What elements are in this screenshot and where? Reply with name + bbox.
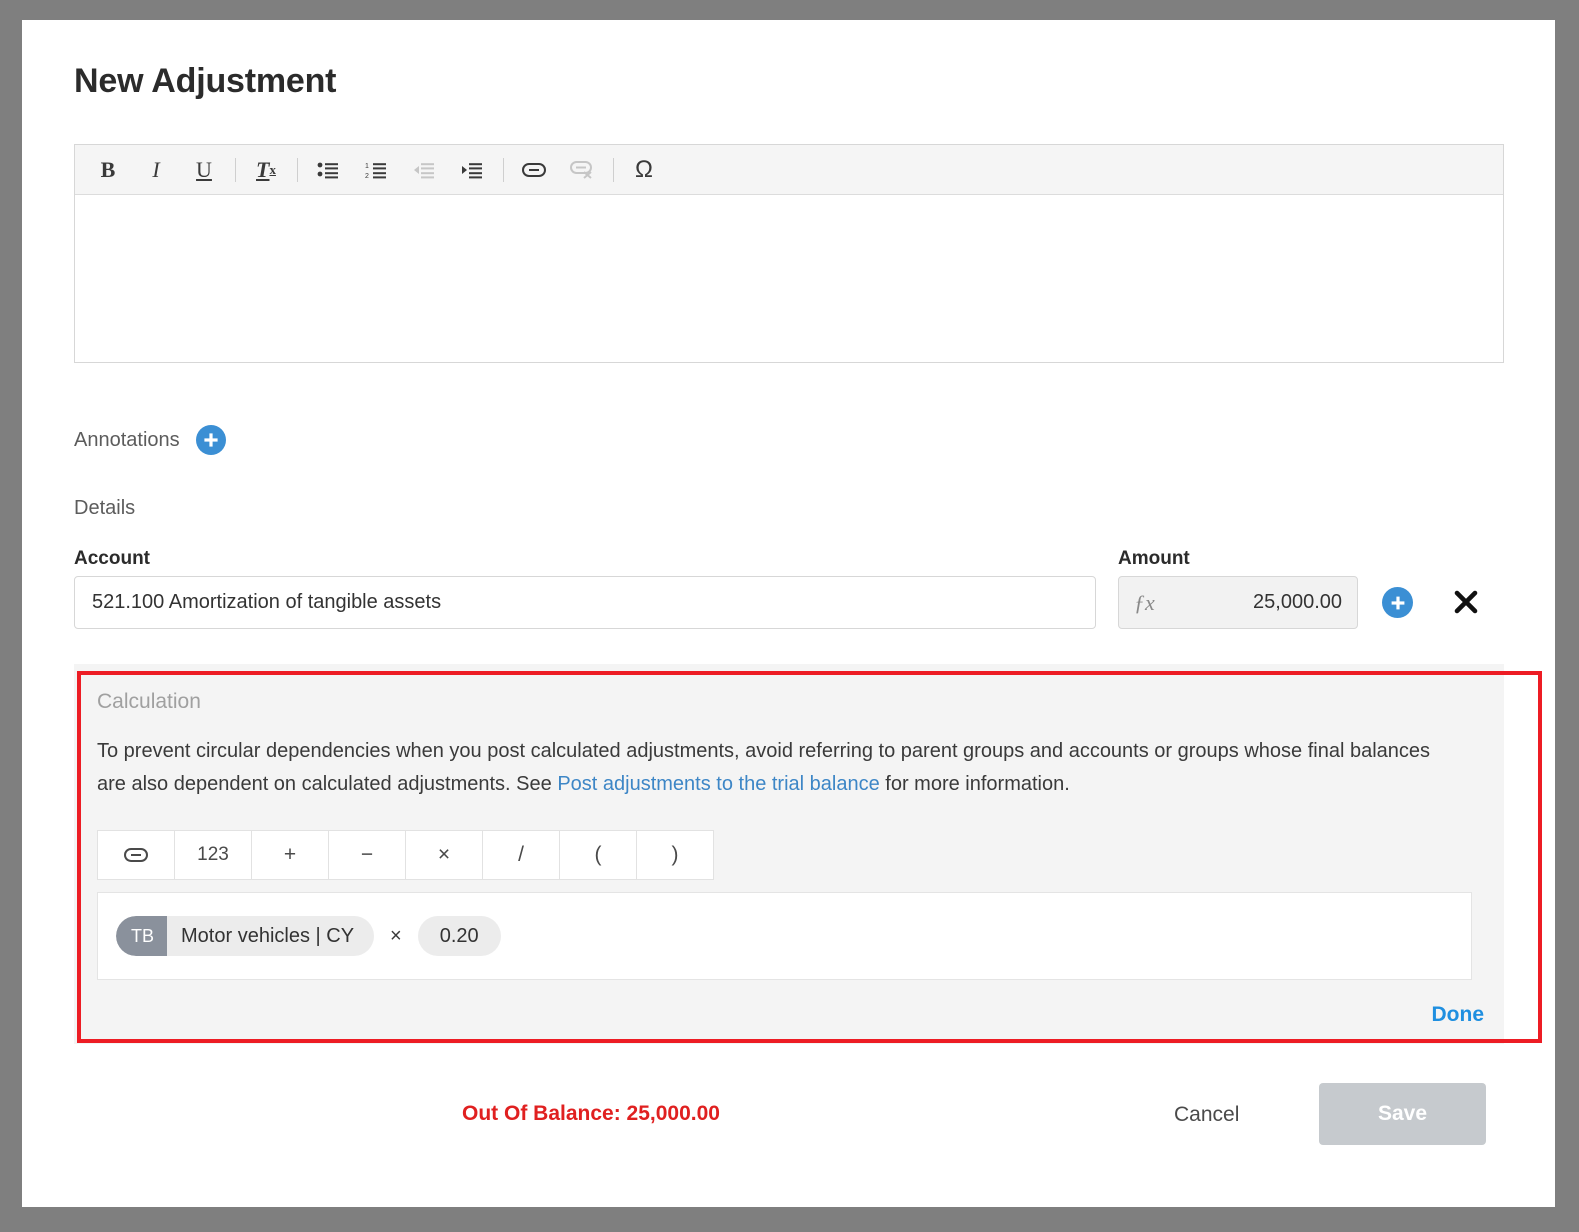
adjustment-dialog: New Adjustment B I U Tx 12 xyxy=(22,20,1555,1207)
remove-format-icon[interactable]: Tx xyxy=(249,153,283,187)
formula-reference-chip[interactable]: TB Motor vehicles | CY xyxy=(116,916,374,956)
underline-icon[interactable]: U xyxy=(187,153,221,187)
save-button[interactable]: Save xyxy=(1319,1083,1486,1145)
formula-operator-toolbar: 123 + − × / ( ) xyxy=(97,830,714,880)
toolbar-divider xyxy=(613,158,614,182)
insert-reference-icon[interactable] xyxy=(98,831,175,879)
formula-value-chip[interactable]: 0.20 xyxy=(418,916,501,956)
open-paren-button[interactable]: ( xyxy=(560,831,637,879)
amount-value: 25,000.00 xyxy=(1253,591,1342,614)
out-of-balance-status: Out Of Balance: 25,000.00 xyxy=(462,1102,720,1126)
svg-text:1: 1 xyxy=(365,163,369,170)
special-character-icon[interactable]: Ω xyxy=(627,153,661,187)
multiply-button[interactable]: × xyxy=(406,831,483,879)
page-title: New Adjustment xyxy=(74,62,336,101)
formula-input[interactable]: TB Motor vehicles | CY × 0.20 xyxy=(97,892,1472,980)
rich-text-editor: B I U Tx 12 xyxy=(74,144,1504,363)
calculation-description-text-2: for more information. xyxy=(880,773,1070,795)
add-detail-row-button[interactable] xyxy=(1382,587,1413,618)
editor-content-area[interactable] xyxy=(75,195,1503,362)
post-adjustments-link[interactable]: Post adjustments to the trial balance xyxy=(557,773,879,795)
editor-toolbar: B I U Tx 12 xyxy=(75,145,1503,195)
annotations-label: Annotations xyxy=(74,429,180,452)
minus-button[interactable]: − xyxy=(329,831,406,879)
cancel-button[interactable]: Cancel xyxy=(1174,1103,1239,1127)
calculation-panel: Calculation To prevent circular dependen… xyxy=(74,664,1504,1044)
amount-input[interactable]: ƒx 25,000.00 xyxy=(1118,576,1358,629)
account-input[interactable]: 521.100 Amortization of tangible assets xyxy=(74,576,1096,629)
formula-operator: × xyxy=(390,925,402,948)
italic-icon[interactable]: I xyxy=(139,153,173,187)
toolbar-divider xyxy=(297,158,298,182)
svg-text:2: 2 xyxy=(365,173,369,179)
plus-button[interactable]: + xyxy=(252,831,329,879)
remove-detail-row-button[interactable] xyxy=(1450,586,1482,618)
plus-icon xyxy=(1389,594,1407,612)
toolbar-divider xyxy=(235,158,236,182)
numbered-list-icon[interactable]: 12 xyxy=(359,153,393,187)
bulleted-list-icon[interactable] xyxy=(311,153,345,187)
annotations-row: Annotations xyxy=(74,425,226,455)
account-label: Account xyxy=(74,548,150,570)
unlink-icon[interactable] xyxy=(565,153,599,187)
toolbar-divider xyxy=(503,158,504,182)
details-section-label: Details xyxy=(74,497,135,520)
number-button[interactable]: 123 xyxy=(175,831,252,879)
amount-label: Amount xyxy=(1118,548,1190,570)
done-button[interactable]: Done xyxy=(1432,1003,1485,1027)
link-icon[interactable] xyxy=(517,153,551,187)
calculation-title: Calculation xyxy=(97,690,201,714)
bold-icon[interactable]: B xyxy=(91,153,125,187)
divide-button[interactable]: / xyxy=(483,831,560,879)
increase-indent-icon[interactable] xyxy=(455,153,489,187)
decrease-indent-icon[interactable] xyxy=(407,153,441,187)
calculation-description: To prevent circular dependencies when yo… xyxy=(97,735,1462,801)
close-icon xyxy=(1452,588,1480,616)
formula-reference-label: Motor vehicles | CY xyxy=(167,925,374,948)
add-annotation-button[interactable] xyxy=(196,425,226,455)
close-paren-button[interactable]: ) xyxy=(637,831,713,879)
fx-icon: ƒx xyxy=(1134,590,1155,616)
trial-balance-tag: TB xyxy=(116,916,167,956)
plus-icon xyxy=(202,431,220,449)
